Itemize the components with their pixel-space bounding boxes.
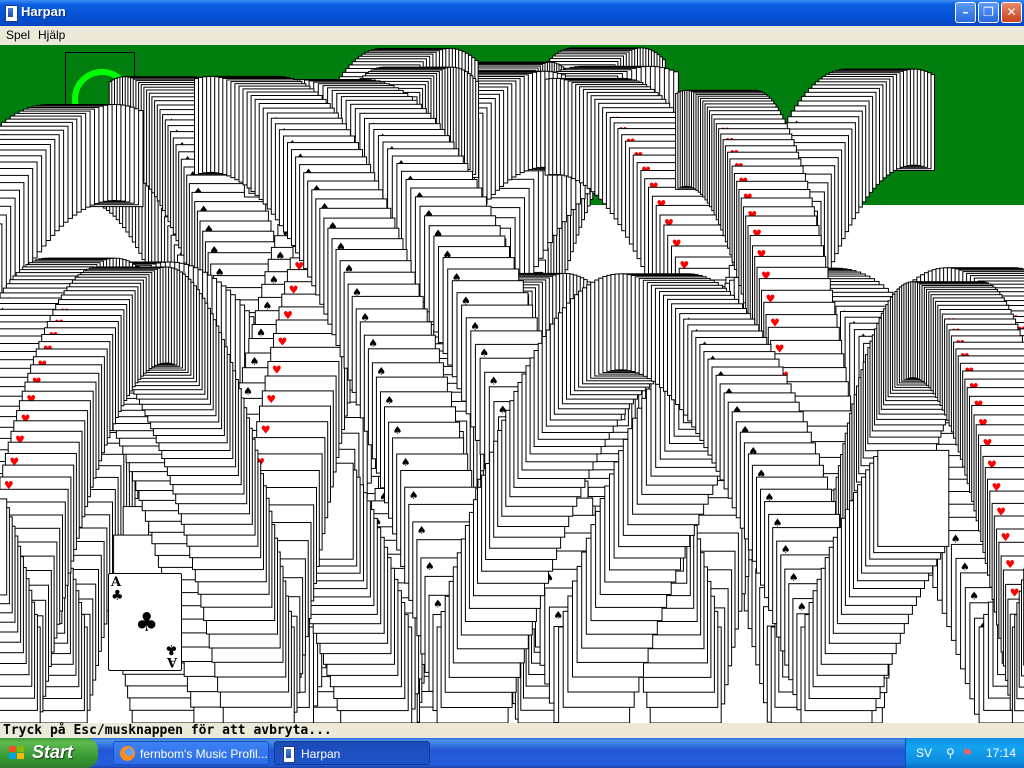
svg-text:♠: ♠ [417, 524, 427, 537]
svg-text:♠: ♠ [385, 394, 395, 407]
app-icon [283, 746, 295, 763]
svg-text:♠: ♠ [479, 346, 489, 359]
svg-text:♠: ♠ [781, 543, 791, 556]
svg-text:♠: ♠ [433, 597, 443, 610]
taskbar-item-harpan[interactable]: Harpan [274, 741, 430, 765]
menu-bar: Spel Hjälp [0, 26, 1024, 45]
window-title: Harpan [21, 4, 66, 19]
svg-text:♠: ♠ [250, 355, 260, 368]
title-bar[interactable]: Harpan – ❐ ✕ [0, 0, 1024, 26]
svg-text:♠: ♠ [401, 456, 411, 469]
taskbar: Start fernbom's Music Profil... Harpan S… [0, 738, 1024, 768]
svg-text:♥: ♥ [1005, 558, 1015, 571]
svg-text:♠: ♠ [797, 601, 807, 614]
svg-text:♠: ♠ [243, 385, 253, 398]
task-label: fernbom's Music Profil... [140, 747, 268, 761]
minimize-button[interactable]: – [955, 2, 976, 23]
system-tray: SV ⚲ ⚑ 17:14 [905, 738, 1024, 768]
firefox-icon [120, 746, 135, 761]
svg-text:♥: ♥ [272, 364, 282, 377]
task-label: Harpan [301, 747, 341, 761]
svg-text:♠: ♠ [789, 571, 799, 584]
svg-text:♠: ♠ [256, 327, 266, 340]
club-center-icon: ♣ [135, 608, 159, 638]
card-rank-bottom: A [166, 654, 177, 669]
club-icon: ♣ [111, 588, 124, 604]
game-board[interactable]: ♠♠♠♠♠♠♠♠♠♠♠♠♠♠♠♠♠♠♠♠♠♠♠♠♠♠♠♠♠♠♠♠♠♠♠♠♠♠♠♠… [0, 45, 1024, 723]
svg-text:♠: ♠ [409, 489, 419, 502]
svg-text:♥: ♥ [261, 424, 271, 437]
taskbar-item-music-profile[interactable]: fernbom's Music Profil... [113, 741, 269, 765]
status-bar: Tryck på Esc/musknappen för att avbryta.… [0, 723, 1024, 738]
svg-text:♠: ♠ [553, 609, 563, 622]
network-icon[interactable]: ⚲ [946, 746, 955, 760]
svg-text:♠: ♠ [960, 560, 970, 573]
svg-text:♠: ♠ [425, 560, 435, 573]
svg-text:♠: ♠ [368, 337, 378, 350]
svg-text:♠: ♠ [393, 424, 403, 437]
svg-text:♥: ♥ [278, 336, 288, 349]
top-card-ace-of-clubs[interactable]: A ♣ ♣ ♣ A [108, 573, 182, 671]
menu-spel[interactable]: Spel [4, 28, 32, 42]
start-button[interactable]: Start [0, 738, 98, 768]
svg-text:♥: ♥ [1010, 586, 1020, 599]
app-icon[interactable] [5, 5, 18, 22]
menu-hjalp[interactable]: Hjälp [36, 28, 67, 42]
status-text: Tryck på Esc/musknappen för att avbryta.… [3, 723, 332, 738]
svg-text:♥: ♥ [266, 393, 276, 406]
svg-text:♠: ♠ [376, 365, 386, 378]
clock[interactable]: 17:14 [986, 746, 1016, 760]
close-button[interactable]: ✕ [1001, 2, 1022, 23]
start-label: Start [32, 742, 74, 762]
windows-logo-icon [9, 746, 25, 760]
language-indicator[interactable]: SV [916, 746, 932, 760]
security-icon[interactable]: ⚑ [962, 746, 973, 760]
svg-text:♠: ♠ [969, 590, 979, 603]
svg-text:♠: ♠ [489, 374, 499, 387]
svg-text:♠: ♠ [951, 533, 961, 546]
maximize-button[interactable]: ❐ [978, 2, 999, 23]
